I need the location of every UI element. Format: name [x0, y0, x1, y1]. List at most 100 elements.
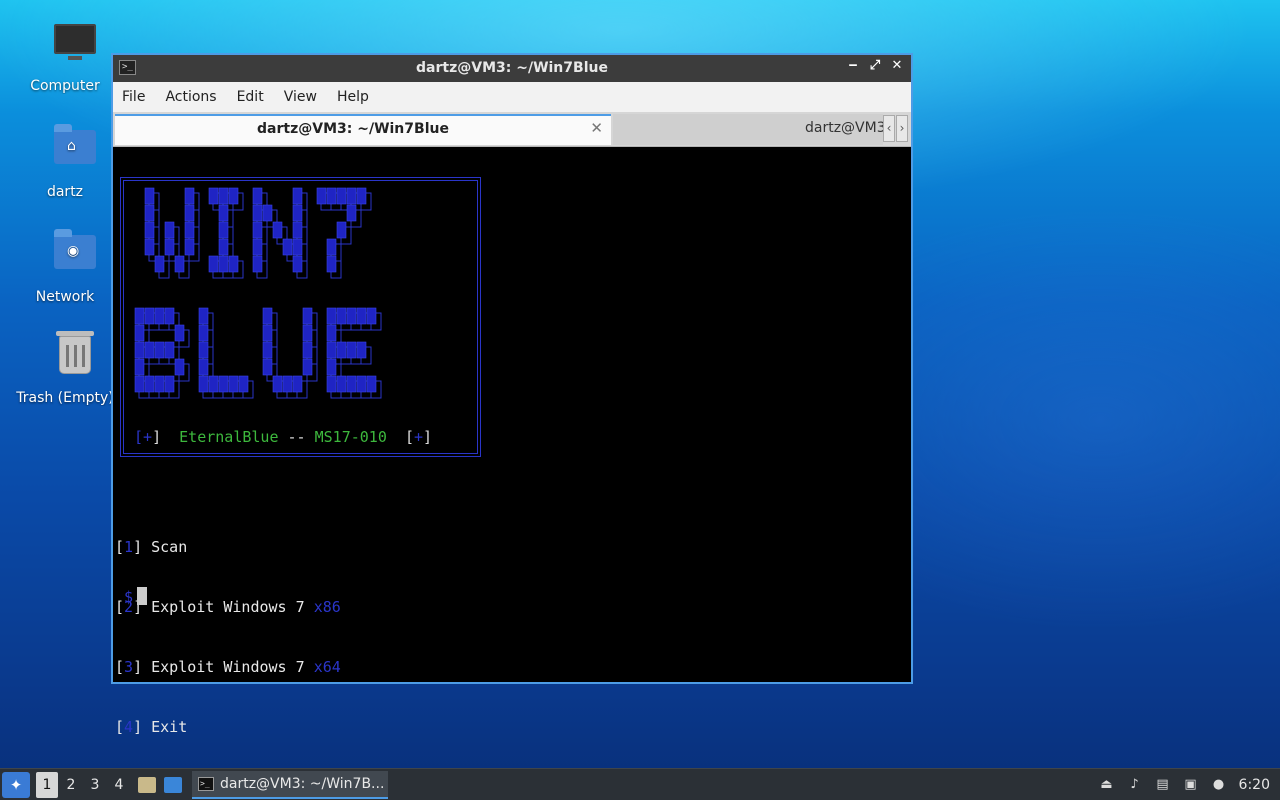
menu-edit[interactable]: Edit [237, 89, 264, 105]
file-manager-icon[interactable] [138, 776, 156, 793]
ascii-block-shadow [188, 209, 200, 228]
ascii-block [326, 341, 337, 359]
menu-actions[interactable]: Actions [165, 89, 216, 105]
ascii-block-shadow [266, 312, 278, 331]
ascii-block-shadow [202, 346, 214, 365]
system-tray: ⏏ ♪ ▤ ▣ ● 6:20 [1099, 769, 1270, 800]
ascii-block-shadow [202, 380, 214, 399]
ascii-block [218, 375, 229, 393]
ascii-block-shadow [266, 209, 278, 228]
tab-scroll-right-icon[interactable]: › [896, 115, 908, 142]
workspace-2[interactable]: 2 [60, 777, 82, 793]
ascii-block-shadow [148, 209, 160, 228]
ascii-block [198, 307, 209, 325]
ascii-block [302, 324, 313, 342]
menu-file[interactable]: File [122, 89, 145, 105]
menu-help[interactable]: Help [337, 89, 369, 105]
terminal-icon: >_ [198, 776, 214, 791]
ascii-block [326, 187, 337, 205]
ascii-block [252, 187, 263, 205]
ascii-block-shadow [360, 312, 372, 331]
workspace-4[interactable]: 4 [108, 777, 130, 793]
eject-icon[interactable]: ⏏ [1099, 777, 1115, 793]
ascii-block [144, 341, 155, 359]
tab-bar: dartz@VM3: ~/Win7Blue ✕ dartz@VM3: ~/Win… [113, 112, 911, 147]
ascii-block [154, 255, 165, 273]
ascii-block-shadow [360, 346, 372, 365]
start-menu-icon[interactable]: ✦ [2, 771, 30, 798]
workspace-1[interactable]: 1 [36, 771, 58, 798]
win7-blue-ascii-art [134, 187, 382, 399]
tab-close-icon[interactable]: ✕ [590, 119, 603, 137]
ascii-block-shadow [178, 329, 190, 348]
ascii-block [144, 221, 155, 239]
tab-label: dartz@VM3: ~/Win7Blue [257, 121, 449, 137]
ascii-block [326, 307, 337, 325]
tab-active[interactable]: dartz@VM3: ~/Win7Blue ✕ [115, 114, 611, 145]
ascii-block-shadow [266, 329, 278, 348]
maximize-button[interactable]: ⤢ [867, 58, 883, 73]
shell-prompt[interactable]: $ [124, 587, 148, 606]
ascii-block [208, 255, 219, 273]
ascii-block [262, 307, 273, 325]
ascii-block-shadow [188, 192, 200, 211]
ascii-block [252, 221, 263, 239]
ascii-block [228, 187, 239, 205]
ascii-block-shadow [158, 346, 170, 365]
ascii-block [184, 238, 195, 256]
ascii-block-shadow [330, 346, 342, 365]
terminal-output[interactable]: [+] EternalBlue -- MS17-010 [+] [1] Scan… [113, 147, 911, 736]
minimize-button[interactable]: ‒ [845, 58, 861, 73]
ascii-block-shadow [222, 243, 234, 262]
clipboard-icon[interactable]: ▤ [1155, 777, 1171, 793]
ascii-block [326, 238, 337, 256]
desktop-icon-label: dartz [46, 184, 84, 200]
taskbar-item-terminal[interactable]: >_ dartz@VM3: ~/Win7B... [192, 770, 388, 799]
show-desktop-icon[interactable] [164, 776, 182, 793]
network-icon[interactable]: ▣ [1183, 777, 1199, 793]
ascii-block [262, 324, 273, 342]
close-button[interactable]: ✕ [889, 58, 905, 73]
ascii-block [184, 221, 195, 239]
ascii-block [252, 255, 263, 273]
network-folder-icon: ◉ [51, 229, 99, 283]
ascii-block [302, 358, 313, 376]
ascii-block [144, 238, 155, 256]
volume-icon[interactable]: ♪ [1127, 777, 1143, 793]
ascii-block-shadow [138, 312, 150, 331]
ascii-block-shadow [148, 312, 160, 331]
notification-icon[interactable]: ● [1211, 777, 1227, 793]
window-titlebar[interactable]: >_ dartz@VM3: ~/Win7Blue ‒ ⤢ ✕ [113, 55, 911, 82]
ascii-block [336, 187, 347, 205]
ascii-block-shadow [158, 260, 170, 279]
ascii-block-shadow [148, 380, 160, 399]
ascii-block [164, 238, 175, 256]
ascii-block-shadow [360, 192, 372, 211]
clock[interactable]: 6:20 [1239, 777, 1270, 793]
option-list: [1] Scan [2] Exploit Windows 7 x86 [3] E… [115, 497, 341, 777]
ascii-block-shadow [138, 329, 150, 348]
ascii-block-shadow [276, 226, 288, 245]
ascii-block-shadow [296, 192, 308, 211]
ascii-block [326, 255, 337, 273]
window-title: dartz@VM3: ~/Win7Blue [416, 60, 608, 76]
tab-inactive[interactable]: dartz@VM3: ~/Win7Blue [613, 114, 883, 145]
ascii-block [164, 375, 175, 393]
ascii-block-shadow [330, 243, 342, 262]
ascii-block [346, 341, 357, 359]
menu-view[interactable]: View [284, 89, 317, 105]
ascii-block [262, 204, 273, 222]
ascii-block [174, 255, 185, 273]
ascii-block-shadow [330, 329, 342, 348]
ascii-block [326, 375, 337, 393]
ascii-block [336, 221, 347, 239]
workspace-3[interactable]: 3 [84, 777, 106, 793]
ascii-block-shadow [242, 380, 254, 399]
ascii-block [356, 375, 367, 393]
option-line: [2] Exploit Windows 7 x86 [115, 598, 341, 616]
ascii-block-shadow [212, 380, 224, 399]
ascii-block-shadow [168, 380, 180, 399]
terminal-window[interactable]: >_ dartz@VM3: ~/Win7Blue ‒ ⤢ ✕ File Acti… [111, 53, 913, 736]
ascii-block [218, 255, 229, 273]
tab-scroll-left-icon[interactable]: ‹ [883, 115, 895, 142]
